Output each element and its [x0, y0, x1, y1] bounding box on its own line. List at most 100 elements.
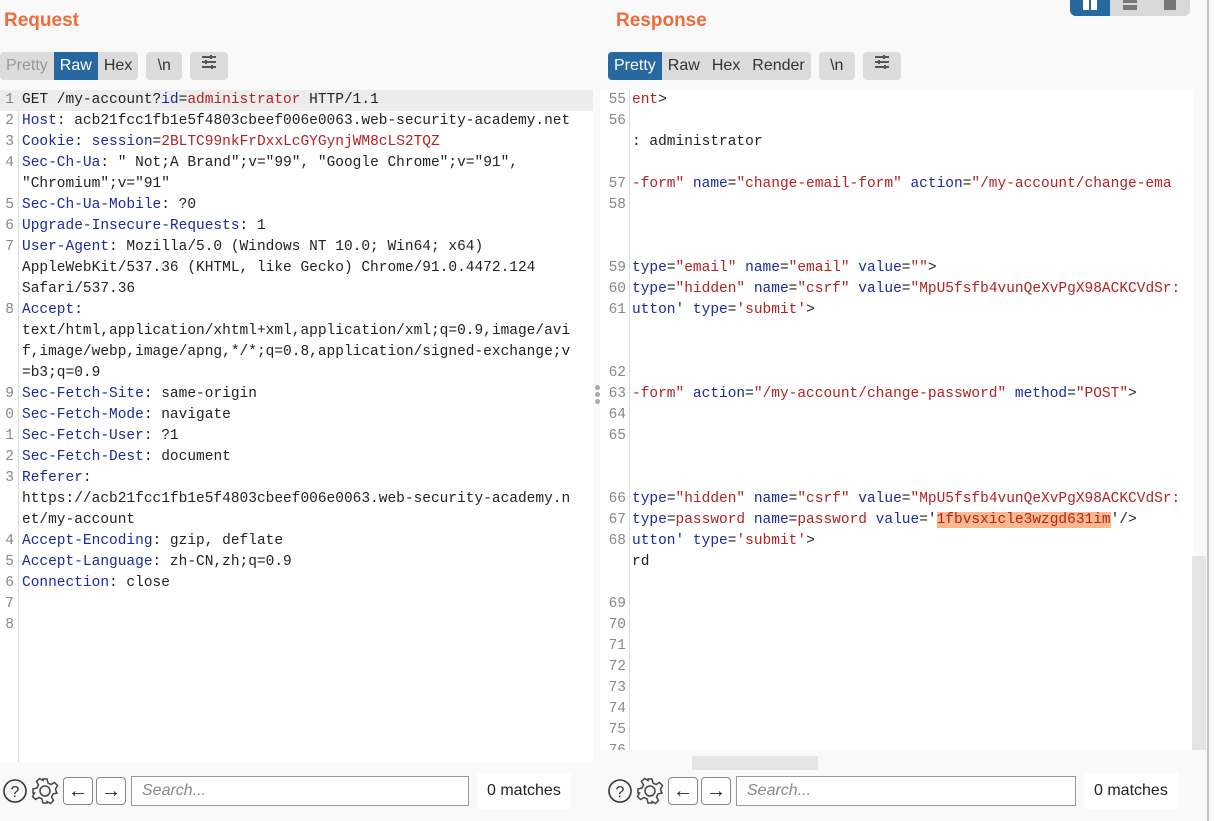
- code-token: value: [866, 512, 920, 528]
- code-token: :: [74, 134, 92, 150]
- request-line: et/my-account: [0, 510, 593, 531]
- code-token: "MpU5fsfb4vunQeXvPgX98ACKCVdSr:: [910, 281, 1181, 297]
- code-token: type: [632, 281, 667, 297]
- line-number: 67: [608, 512, 626, 528]
- code-token: "csrf": [797, 281, 850, 297]
- response-line: 75: [600, 720, 1193, 741]
- response-options-button[interactable]: [862, 52, 901, 80]
- request-pane: Request Pretty Raw Hex \n 1 GET /my-accou…: [0, 0, 593, 821]
- request-match-count: 0 matches: [477, 773, 571, 809]
- code-token: "email": [675, 260, 737, 276]
- response-line: 63 -form" action="/my-account/change-pass…: [600, 384, 1193, 405]
- response-line: rd: [600, 552, 1193, 573]
- layout-split-vertical-button[interactable]: [1110, 0, 1150, 16]
- request-options-button[interactable]: [190, 52, 229, 80]
- code-token: "": [910, 260, 928, 276]
- response-line: [600, 216, 1193, 237]
- response-line: 73: [600, 678, 1193, 699]
- burp-repeater: Request Pretty Raw Hex \n 1 GET /my-accou…: [0, 0, 1215, 821]
- layout-split-horizontal-button[interactable]: [1070, 0, 1110, 16]
- code-token: ent: [632, 92, 659, 108]
- code-token: -form": [632, 176, 685, 192]
- line-number: 65: [608, 428, 626, 444]
- code-token: =b3;q=0.9: [22, 365, 101, 381]
- help-button[interactable]: ?: [0, 776, 30, 806]
- line-number: 70: [608, 617, 626, 633]
- svg-text:?: ?: [616, 784, 625, 801]
- code-token: : ?0: [161, 197, 197, 213]
- code-token: 'submit': [736, 533, 807, 549]
- response-tab-hex[interactable]: Hex: [706, 52, 746, 80]
- code-token: Sec-Ch-Ua: [22, 155, 101, 171]
- code-token: Sec-Fetch-Dest: [22, 449, 144, 465]
- response-line: 72: [600, 657, 1193, 678]
- response-line: 70: [600, 615, 1193, 636]
- line-number: 73: [608, 680, 626, 696]
- code-token: >: [806, 533, 815, 549]
- response-tab-render[interactable]: Render: [746, 52, 810, 80]
- response-vertical-scrollbar[interactable]: [1192, 556, 1206, 750]
- response-newline-toggle-button[interactable]: \n: [818, 52, 855, 80]
- code-token: f,image/webp,image/apng,*/*;q=0.8,applic…: [22, 344, 571, 360]
- response-tab-pretty[interactable]: Pretty: [608, 52, 662, 80]
- line-number: 63: [608, 386, 626, 402]
- code-token: : document: [143, 449, 231, 465]
- code-token: Sec-Fetch-Site: [22, 386, 144, 402]
- code-token: : navigate: [143, 407, 231, 423]
- help-button[interactable]: ?: [605, 776, 635, 806]
- line-number: 58: [608, 197, 626, 213]
- previous-match-button[interactable]: ←: [63, 777, 93, 805]
- request-line: 6 Upgrade-Insecure-Requests: 1: [0, 216, 593, 237]
- line-number: 61: [608, 302, 626, 318]
- response-horizontal-scrollbar[interactable]: [692, 756, 818, 770]
- request-line: "Chromium";v="91": [0, 174, 593, 195]
- search-settings-button[interactable]: [635, 776, 665, 806]
- request-tab-raw[interactable]: Raw: [53, 52, 98, 80]
- next-match-button[interactable]: →: [96, 777, 126, 805]
- request-line: 6 Connection: close: [0, 573, 593, 594]
- previous-match-button[interactable]: ←: [668, 777, 698, 805]
- columns-icon: [1083, 0, 1097, 10]
- code-token: =: [666, 260, 676, 276]
- code-token: id: [161, 92, 179, 108]
- arrow-right-icon: →: [101, 779, 121, 802]
- line-number: 56: [608, 113, 626, 129]
- layout-single-button[interactable]: [1150, 0, 1190, 16]
- arrow-left-icon: ←: [673, 779, 693, 802]
- response-line: [600, 321, 1193, 342]
- line-number: 66: [608, 491, 626, 507]
- request-tab-pretty[interactable]: Pretty: [0, 52, 54, 80]
- line-number: 3: [5, 134, 14, 150]
- line-number: 2: [5, 449, 14, 465]
- response-line: [600, 447, 1193, 468]
- response-line: 69: [600, 594, 1193, 615]
- request-line: AppleWebKit/537.36 (KHTML, like Gecko) C…: [0, 258, 593, 279]
- line-number: 7: [5, 239, 14, 255]
- response-search-input[interactable]: [736, 776, 1076, 806]
- response-editor[interactable]: 55 ent> 56: administrator 57 -form" name="ch…: [600, 90, 1193, 750]
- request-line: 5 Sec-Ch-Ua-Mobile: ?0: [0, 195, 593, 216]
- request-line: 3 Cookie: session=2BLTC99nkFrDxxLcGYGynjW…: [0, 132, 593, 153]
- response-tab-raw[interactable]: Raw: [662, 52, 706, 80]
- request-tab-hex[interactable]: Hex: [98, 52, 138, 80]
- line-number: 4: [5, 533, 14, 549]
- request-line: 7: [0, 594, 593, 615]
- request-line: 9 Sec-Fetch-Site: same-origin: [0, 384, 593, 405]
- code-token: : zh-CN,zh;q=0.9: [152, 554, 292, 570]
- response-view-tabs: Pretty Raw Hex Render \n: [608, 52, 901, 80]
- request-newline-toggle-button[interactable]: \n: [146, 52, 183, 80]
- line-number: 68: [608, 533, 626, 549]
- next-match-button[interactable]: →: [701, 777, 731, 805]
- layout-toggle-group: [1070, 0, 1190, 16]
- code-token: =: [745, 386, 754, 402]
- response-line: 66 type="hidden" name="csrf" value="MpU5f…: [600, 489, 1193, 510]
- code-token: name: [736, 260, 780, 276]
- response-line: 67 type=password name=password value='1fb…: [600, 510, 1193, 531]
- line-number: 64: [608, 407, 626, 423]
- line-number: 55: [608, 92, 626, 108]
- request-editor[interactable]: 1 GET /my-account?id = administrator HTTP/1…: [0, 90, 593, 762]
- line-number: 0: [5, 407, 14, 423]
- search-settings-button[interactable]: [30, 776, 60, 806]
- request-search-input[interactable]: [131, 776, 469, 806]
- code-token: name: [745, 281, 789, 297]
